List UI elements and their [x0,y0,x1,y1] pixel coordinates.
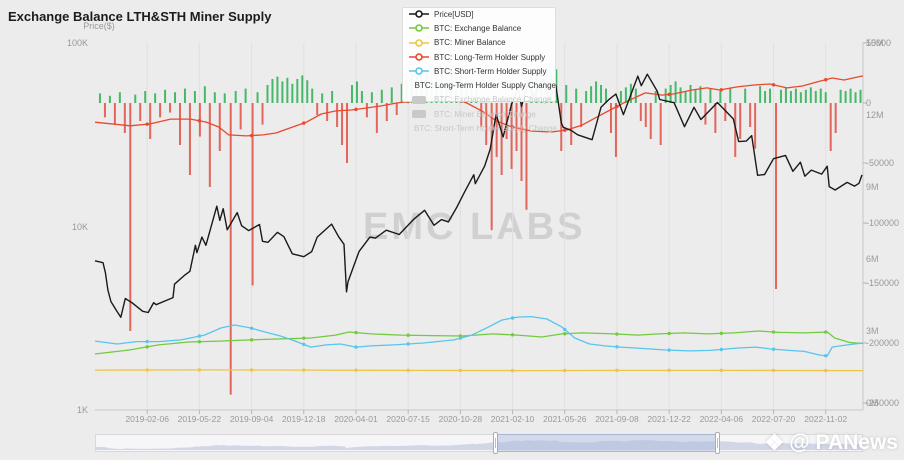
legend-item[interactable]: BTC: Short-Term Holder Supply [402,64,556,78]
datazoom-left-handle[interactable] [493,432,499,454]
legend-item[interactable]: BTC: Miner Balance [402,36,556,50]
datazoom-right-handle[interactable] [715,432,721,454]
datazoom-selection[interactable] [495,434,719,452]
right-change-tick: 0 [866,98,872,108]
legend-item-label: BTC: Miner Balance [434,38,506,48]
legend-item-label: BTC: Exchange Balance Change [434,95,552,105]
legend-item[interactable]: BTC: Exchange Balance Change [402,93,556,107]
bar-marker-icon [409,81,410,91]
legend-item-label: BTC: Exchange Balance [434,23,522,33]
x-axis-tick: 2022-11-02 [804,414,848,424]
legend-item-label: BTC: Long-Term Holder Supply [434,52,546,62]
legend-item-label: BTC: Long-Term Holder Supply Change [414,81,556,91]
legend-item-label: BTC: Short-Term Holder Supply Change [414,124,557,134]
chart-window: Exchange Balance LTH&STH Miner Supply Pr… [0,0,904,460]
right-supply-tick: 12M [866,110,884,120]
left-axis-tick: 100K [66,38,88,48]
panews-brand: ❖ @ PANews [764,430,898,456]
legend-item[interactable]: BTC: Exchange Balance [402,21,556,35]
line-marker-icon [409,53,429,61]
right-change-tick: 50000 [866,38,892,48]
right-change-tick: -50000 [866,158,895,168]
right-supply-tick: 9M [866,182,879,192]
legend-item[interactable]: BTC: Miner Balance Change [402,107,556,121]
right-change-tick: -200000 [866,338,900,348]
line-marker-icon [409,38,429,47]
legend-item-label: BTC: Short-Term Holder Supply [434,66,547,76]
datazoom-minimap [96,440,862,450]
right-change-tick: -100000 [866,218,900,228]
right-change-tick: -150000 [866,278,900,288]
bar-marker-icon [412,95,426,104]
datazoom-slider[interactable] [95,432,863,454]
legend: Price[USD] BTC: Exchange Balance BTC: Mine… [402,7,557,136]
legend-item[interactable]: BTC: Long-Term Holder Supply Change [402,78,556,92]
right-supply-tick: 6M [866,254,879,264]
line-marker-icon [409,24,429,33]
panews-brand-text: @ PANews [789,431,898,454]
line-marker-icon [409,67,429,76]
left-axis-tick: 1K [76,405,88,415]
legend-item[interactable]: Price[USD] [402,7,556,21]
legend-item[interactable]: BTC: Long-Term Holder Supply [402,50,556,64]
legend-item-label: Price[USD] [434,9,474,19]
right-change-tick: -250000 [866,398,900,408]
bar-marker-icon [412,110,426,119]
line-marker-icon [409,10,429,18]
legend-item[interactable]: BTC: Short-Term Holder Supply Change [402,121,557,135]
panews-logo-icon: ❖ [764,430,785,455]
right-supply-tick: 3M [866,326,879,336]
left-axis-tick: 10K [71,221,88,232]
legend-item-label: BTC: Miner Balance Change [434,109,536,119]
